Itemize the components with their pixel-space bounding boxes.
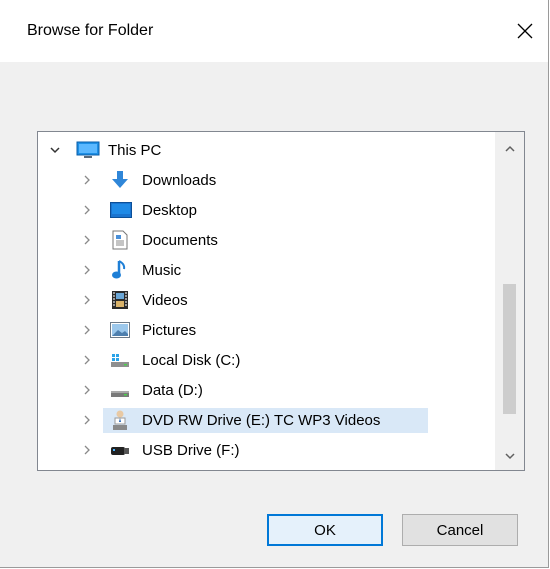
chevron-right-icon[interactable]: [80, 443, 94, 457]
title-bar: Browse for Folder: [0, 0, 548, 62]
tree-item-label: USB Drive (F:): [142, 442, 240, 459]
tree-item-label: Music: [142, 262, 182, 279]
folder-tree[interactable]: This PC Downloads Desktop Documents Musi…: [37, 131, 525, 471]
tree-item-label: Pictures: [142, 322, 197, 339]
tree-item-usb-drive-f[interactable]: USB Drive (F:): [38, 435, 495, 465]
ok-button[interactable]: OK: [267, 514, 383, 546]
tree-item-label: Downloads: [142, 172, 217, 189]
close-icon: [517, 23, 533, 39]
tree-item-dvd-rw-drive-e[interactable]: DVD RW Drive (E:) TC WP3 Videos: [38, 405, 495, 435]
cancel-button[interactable]: Cancel: [402, 514, 518, 546]
chevron-up-icon: [504, 145, 515, 152]
usb-drive-icon: [110, 441, 130, 459]
chevron-right-icon[interactable]: [80, 323, 94, 337]
chevron-right-icon[interactable]: [80, 293, 94, 307]
downloads-icon: [110, 171, 130, 189]
tree-item-videos[interactable]: Videos: [38, 285, 495, 315]
tree-item-this-pc[interactable]: This PC: [38, 135, 495, 165]
drive-icon: [110, 381, 130, 399]
chevron-right-icon[interactable]: [80, 353, 94, 367]
chevron-down-icon: [504, 452, 515, 459]
tree-item-pictures[interactable]: Pictures: [38, 315, 495, 345]
tree-item-downloads[interactable]: Downloads: [38, 165, 495, 195]
dvd-drive-icon: [110, 410, 130, 430]
scrollbar-thumb[interactable]: [503, 284, 516, 414]
desktop-icon: [110, 201, 132, 219]
local-disk-icon: [110, 351, 130, 369]
tree-item-label: Data (D:): [142, 382, 203, 399]
close-button[interactable]: [502, 0, 548, 62]
scroll-down-button[interactable]: [495, 441, 524, 470]
tree-item-music[interactable]: Music: [38, 255, 495, 285]
videos-icon: [110, 291, 130, 309]
dialog-title: Browse for Folder: [27, 22, 154, 39]
chevron-right-icon[interactable]: [80, 203, 94, 217]
tree-item-documents[interactable]: Documents: [38, 225, 495, 255]
chevron-right-icon[interactable]: [80, 413, 94, 427]
music-icon: [110, 260, 130, 279]
chevron-down-icon[interactable]: [48, 143, 62, 157]
tree-item-desktop[interactable]: Desktop: [38, 195, 495, 225]
vertical-scrollbar[interactable]: [495, 132, 524, 470]
tree-item-label: Local Disk (C:): [142, 352, 241, 369]
chevron-right-icon[interactable]: [80, 173, 94, 187]
chevron-right-icon[interactable]: [80, 383, 94, 397]
tree-item-label: Videos: [142, 292, 188, 309]
browse-for-folder-dialog: Browse for Folder This PC Downloads Desk…: [0, 0, 549, 568]
tree-item-local-disk-c[interactable]: Local Disk (C:): [38, 345, 495, 375]
tree-item-label: Documents: [142, 232, 218, 249]
chevron-right-icon[interactable]: [80, 233, 94, 247]
tree-item-label: This PC: [108, 142, 162, 159]
chevron-right-icon[interactable]: [80, 263, 94, 277]
documents-icon: [110, 230, 130, 250]
tree-item-label: DVD RW Drive (E:) TC WP3 Videos: [142, 412, 381, 429]
pictures-icon: [110, 321, 130, 339]
scroll-up-button[interactable]: [495, 134, 524, 163]
this-pc-icon: [76, 141, 100, 159]
tree-item-label: Desktop: [142, 202, 198, 219]
tree-item-data-d[interactable]: Data (D:): [38, 375, 495, 405]
